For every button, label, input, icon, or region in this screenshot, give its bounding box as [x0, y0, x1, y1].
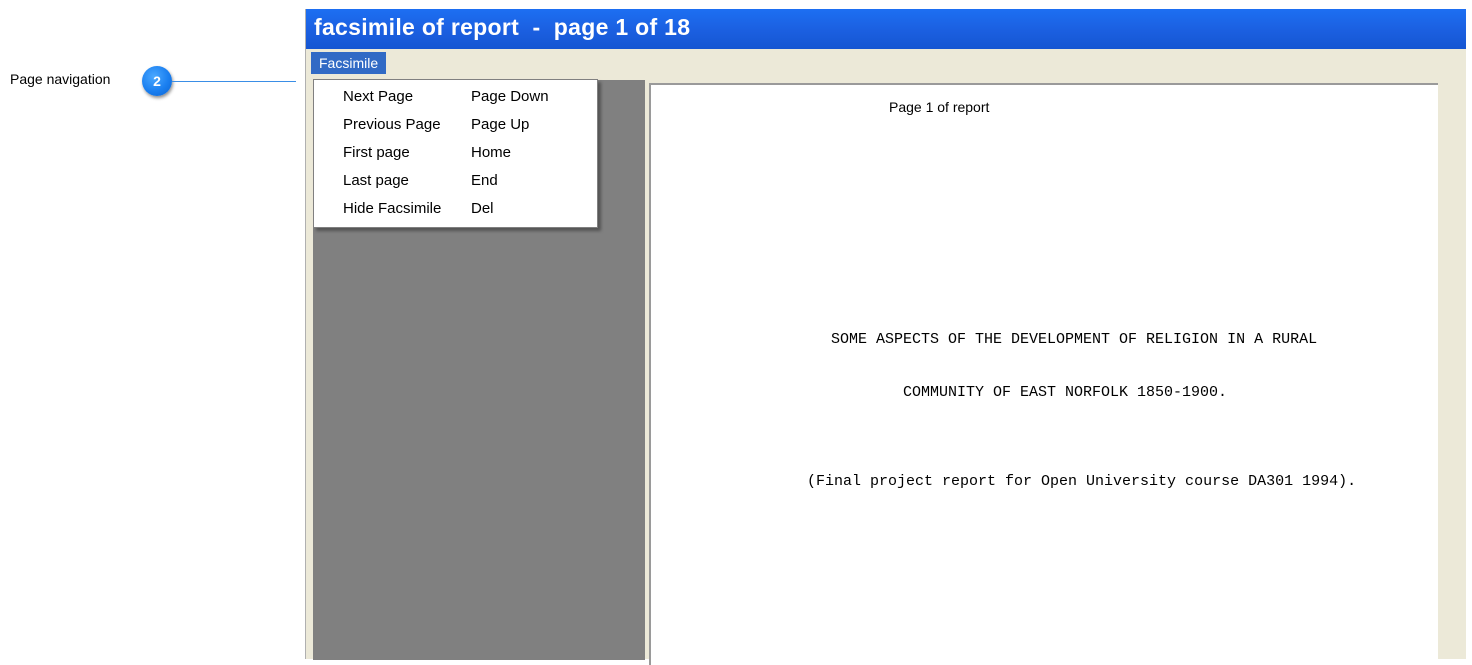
report-title-line-2: COMMUNITY OF EAST NORFOLK 1850-1900. — [903, 384, 1228, 401]
menu-item-last-page[interactable]: Last page End — [314, 166, 597, 194]
window-title: facsimile of report - page 1 of 18 — [314, 14, 691, 40]
menu-item-shortcut: Page Down — [471, 88, 549, 105]
report-title-line-1: SOME ASPECTS OF THE DEVELOPMENT OF RELIG… — [831, 331, 1318, 348]
facsimile-menu[interactable]: Facsimile — [311, 52, 387, 74]
menu-item-previous-page[interactable]: Previous Page Page Up — [314, 110, 597, 138]
menu-item-label: Previous Page — [343, 116, 441, 133]
menu-item-shortcut: Del — [471, 200, 494, 217]
menu-item-hide-facsimile[interactable]: Hide Facsimile Del — [314, 194, 597, 222]
menu-item-label: Next Page — [343, 88, 414, 105]
menu-item-label: First page — [343, 144, 410, 161]
document-caption: Page 1 of report — [889, 99, 990, 115]
callout-connector-2 — [172, 81, 296, 82]
menu-item-shortcut: Page Up — [471, 116, 530, 133]
menu-item-next-page[interactable]: Next Page Page Down — [314, 82, 597, 110]
facsimile-dropdown-menu: Next Page Page Down Previous Page Page U… — [313, 79, 598, 228]
menu-item-label: Last page — [343, 172, 409, 189]
menu-item-shortcut: End — [471, 172, 498, 189]
callout-badge-2: 2 — [142, 66, 172, 96]
menu-item-first-page[interactable]: First page Home — [314, 138, 597, 166]
report-subtitle: (Final project report for Open Universit… — [807, 473, 1357, 490]
document-page — [649, 83, 1438, 665]
title-bar[interactable]: facsimile of report - page 1 of 18 — [306, 9, 1466, 49]
menu-item-label: Hide Facsimile — [343, 200, 442, 217]
page-navigation-label: Page navigation — [10, 71, 111, 87]
menu-item-shortcut: Home — [471, 144, 512, 161]
menu-bar: Facsimile — [306, 49, 1466, 76]
